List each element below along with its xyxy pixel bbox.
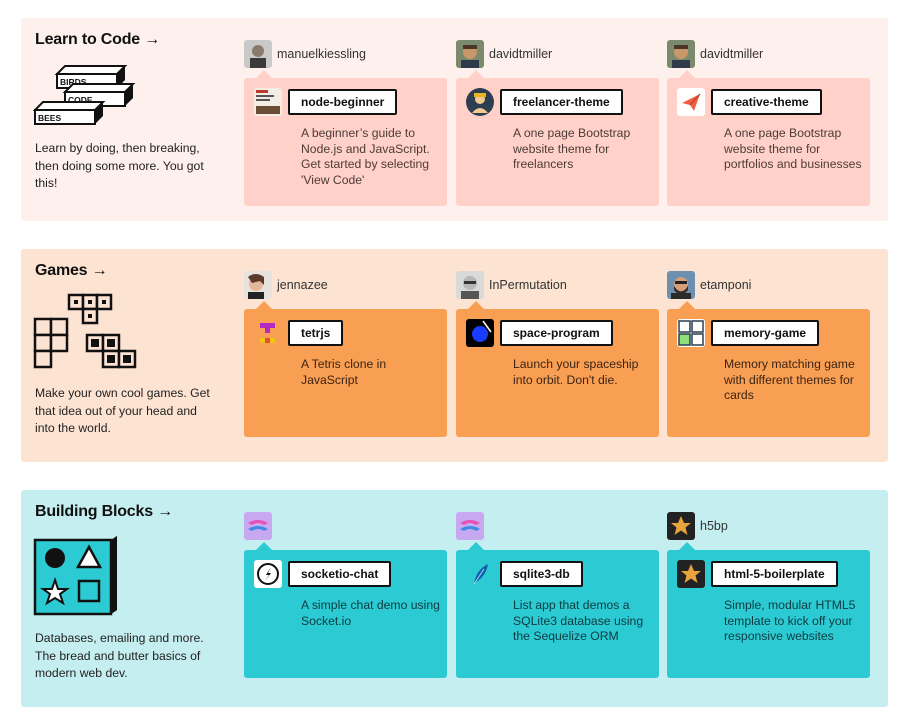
paper-plane-icon: [677, 88, 705, 116]
planet-icon: [466, 319, 494, 347]
section-description: Databases, emailing and more. The bread …: [35, 631, 204, 680]
repo-card[interactable]: creative-theme A one page Bootstrap webs…: [667, 70, 870, 206]
fish-avatar-icon: [244, 512, 272, 540]
sqlite-feather-icon: [466, 560, 494, 588]
repo-card[interactable]: sqlite3-db List app that demos a SQLite3…: [456, 542, 659, 678]
repo-description: Simple, modular HTML5 template to kick o…: [724, 598, 856, 643]
owner-avatar: [667, 40, 695, 68]
section-games: Games → Make your own cool games. Get th…: [21, 249, 888, 462]
owner-name: davidtmiller: [700, 47, 764, 61]
owner-name: jennazee: [277, 278, 328, 292]
owner-avatar: [244, 40, 272, 68]
tetris-blocks-illustration: [33, 293, 137, 369]
repo-name-button[interactable]: freelancer-theme: [500, 89, 623, 115]
shape-sorter-illustration: [33, 536, 117, 616]
section-title-games[interactable]: Games →: [35, 262, 108, 280]
owner-avatar: [456, 271, 484, 299]
repo-owner[interactable]: davidtmiller: [667, 40, 763, 68]
repo-name-button[interactable]: sqlite3-db: [500, 561, 583, 587]
star-icon: [677, 560, 705, 588]
section-description: Make your own cool games. Get that idea …: [35, 386, 210, 435]
repo-description: A Tetris clone in JavaScript: [301, 357, 387, 387]
repo-owner[interactable]: manuelkiessling: [244, 40, 366, 68]
star-avatar-icon: [667, 512, 695, 540]
repo-card[interactable]: socketio-chat A simple chat demo using S…: [244, 542, 447, 678]
repo-card[interactable]: tetrjs A Tetris clone in JavaScript: [244, 301, 447, 437]
repo-owner[interactable]: [456, 512, 489, 540]
section-description: Learn by doing, then breaking, then doin…: [35, 141, 204, 190]
owner-name: h5bp: [700, 519, 728, 533]
owner-name: manuelkiessling: [277, 47, 366, 61]
book-cover-icon: [254, 88, 282, 116]
repo-name-button[interactable]: tetrjs: [288, 320, 344, 346]
svg-text:BEES: BEES: [38, 113, 61, 123]
section-learn-to-code: Learn to Code → BIRDS CODE BEES Learn by…: [21, 18, 888, 221]
repo-name-button[interactable]: socketio-chat: [288, 561, 392, 587]
repo-owner[interactable]: etamponi: [667, 271, 751, 299]
fish-avatar-icon: [456, 512, 484, 540]
repo-name-button[interactable]: memory-game: [711, 320, 820, 346]
repo-card[interactable]: memory-game Memory matching game with di…: [667, 301, 870, 437]
repo-description: A beginner’s guide to Node.js and JavaSc…: [301, 126, 430, 187]
socketio-icon: [254, 560, 282, 588]
repo-owner[interactable]: jennazee: [244, 271, 328, 299]
repo-owner[interactable]: [244, 512, 277, 540]
repo-card[interactable]: node-beginner A beginner’s guide to Node…: [244, 70, 447, 206]
memory-grid-icon: [677, 319, 705, 347]
section-title-learn-to-code[interactable]: Learn to Code →: [35, 31, 160, 49]
owner-avatar: [667, 271, 695, 299]
repo-owner[interactable]: InPermutation: [456, 271, 567, 299]
owner-name: InPermutation: [489, 278, 567, 292]
repo-description: List app that demos a SQLite3 database u…: [513, 598, 644, 643]
repo-card[interactable]: space-program Launch your spaceship into…: [456, 301, 659, 437]
owner-name: etamponi: [700, 278, 752, 292]
tetris-icon: [254, 319, 282, 347]
repo-owner[interactable]: h5bp: [667, 512, 728, 540]
repo-name-button[interactable]: space-program: [500, 320, 613, 346]
books-stack-illustration: BIRDS CODE BEES: [33, 65, 136, 125]
repo-name-button[interactable]: html-5-boilerplate: [711, 561, 838, 587]
owner-avatar: [456, 40, 484, 68]
repo-name-button[interactable]: node-beginner: [288, 89, 398, 115]
repo-name-button[interactable]: creative-theme: [711, 89, 822, 115]
repo-card[interactable]: html-5-boilerplate Simple, modular HTML5…: [667, 542, 870, 678]
repo-description: A simple chat demo using Socket.io: [301, 598, 440, 628]
repo-description: Memory matching game with different them…: [724, 357, 855, 402]
repo-description: A one page Bootstrap website theme for f…: [513, 126, 631, 171]
section-title-building-blocks[interactable]: Building Blocks →: [35, 503, 173, 521]
repo-owner[interactable]: davidtmiller: [456, 40, 552, 68]
owner-avatar: [244, 271, 272, 299]
freelancer-avatar-icon: [466, 88, 494, 116]
repo-description: Launch your spaceship into orbit. Don't …: [513, 357, 639, 387]
repo-card[interactable]: freelancer-theme A one page Bootstrap we…: [456, 70, 659, 206]
owner-name: davidtmiller: [489, 47, 553, 61]
repo-description: A one page Bootstrap website theme for p…: [724, 126, 862, 171]
section-building-blocks: Building Blocks → Databases, emailing an…: [21, 490, 888, 707]
